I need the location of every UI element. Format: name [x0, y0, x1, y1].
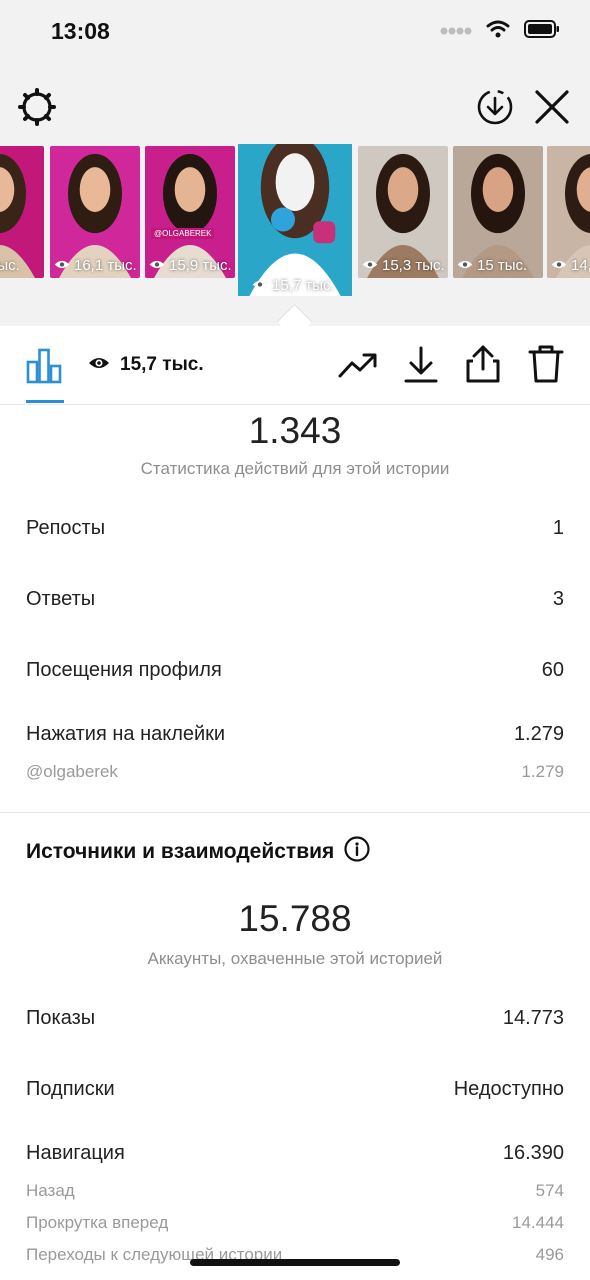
stat-label: Подписки: [26, 1078, 115, 1100]
battery-icon: [524, 20, 560, 43]
stat-subrow-forward: Прокрутка вперед 14.444: [26, 1213, 564, 1233]
views-count: 15,7 тыс.: [88, 354, 204, 376]
stat-sublabel: Назад: [26, 1181, 75, 1200]
reach-caption: Аккаунты, охваченные этой историей: [147, 949, 443, 968]
stat-sublabel: Прокрутка вперед: [26, 1213, 169, 1232]
status-icons: [440, 20, 560, 43]
story-thumbnail-views: 4 тыс.: [0, 257, 20, 274]
stat-label: Ответы: [26, 588, 96, 610]
stat-row-follows: Подписки Недоступно: [26, 1078, 564, 1101]
story-thumbnail-image: [238, 144, 352, 296]
settings-gear-icon[interactable]: [18, 88, 56, 126]
eye-icon: [362, 257, 378, 274]
story-thumbnail[interactable]: BEREK4 тыс.: [0, 146, 44, 278]
delete-trash-icon[interactable]: [528, 344, 564, 384]
stat-label: Репосты: [26, 517, 106, 539]
stat-value: Недоступно: [453, 1078, 564, 1100]
section-divider: [0, 812, 590, 813]
stat-subrow-back: Назад 574: [26, 1181, 564, 1201]
story-thumbnail-views-label: 16,1 тыс.: [74, 257, 137, 274]
stat-subvalue: 1.279: [521, 762, 564, 781]
status-time: 13:08: [51, 18, 110, 44]
story-thumbnail[interactable]: 14,: [547, 146, 590, 278]
signal-icon: [440, 23, 472, 41]
story-thumbnail-views-label: 15,7 тыс.: [272, 277, 335, 294]
actions-caption: Статистика действий для этой истории: [140, 459, 450, 478]
story-thumbnail-views: 15,9 тыс.: [149, 257, 232, 274]
close-icon[interactable]: [534, 89, 570, 125]
eye-icon: [88, 354, 110, 376]
story-thumbnail-selected[interactable]: 15,7 тыс.: [238, 144, 352, 296]
eye-icon: [54, 257, 70, 274]
stat-row-profile-visits: Посещения профиля 60: [26, 659, 564, 682]
stat-label: Показы: [26, 1007, 96, 1029]
stat-label: Навигация: [26, 1142, 125, 1164]
story-thumbnail-views-label: 15,9 тыс.: [169, 257, 232, 274]
story-thumbnail-views: 15,3 тыс.: [362, 257, 445, 274]
story-thumbnail[interactable]: 16,1 тыс.: [50, 146, 140, 278]
eye-icon: [252, 277, 268, 294]
stat-row-reposts: Репосты 1: [26, 517, 564, 540]
story-thumbnail-views: 15 тыс.: [457, 257, 527, 274]
insights-bar-chart-icon[interactable]: [26, 348, 62, 384]
status-bar: 13:08: [0, 0, 590, 70]
stat-value: 1.279: [513, 723, 564, 745]
story-thumbnail-views-label: 15 тыс.: [477, 257, 528, 274]
eye-icon: [551, 257, 567, 274]
stat-value: 60: [541, 659, 564, 681]
promote-trend-icon[interactable]: [338, 348, 378, 382]
story-thumbnail[interactable]: @OLGABEREK 15,9 тыс.: [145, 146, 235, 278]
save-download-circle-icon[interactable]: [476, 88, 514, 126]
discovery-section-header: Источники и взаимодействия: [26, 836, 370, 868]
download-icon[interactable]: [403, 346, 439, 384]
info-icon[interactable]: [344, 836, 370, 868]
stat-label: Посещения профиля: [26, 659, 222, 681]
views-count-label: 15,7 тыс.: [120, 354, 204, 375]
eye-icon: [149, 257, 165, 274]
wifi-icon: [486, 20, 510, 43]
story-thumbnail-views: 16,1 тыс.: [54, 257, 137, 274]
story-thumbnail[interactable]: 15,3 тыс.: [358, 146, 448, 278]
stat-sublabel[interactable]: @olgaberek: [26, 762, 118, 782]
eye-icon: [457, 257, 473, 274]
stat-subvalue: 496: [535, 1245, 564, 1264]
share-icon[interactable]: [465, 344, 501, 384]
story-thumbnail-views: 15,7 тыс.: [252, 277, 335, 294]
stat-value: 1: [552, 517, 564, 539]
story-header: [0, 70, 590, 144]
stat-row-sticker-taps: Нажатия на наклейки 1.279: [26, 723, 564, 746]
story-thumbnail-views: 14,: [551, 257, 590, 274]
stat-value: 3: [552, 588, 564, 610]
stat-label: Нажатия на наклейки: [26, 723, 226, 745]
stat-value: 14.773: [502, 1007, 564, 1029]
reach-total: 15.788: [238, 898, 352, 939]
story-thumbnail-tag: @OLGABEREK: [151, 228, 215, 239]
stat-value: 16.390: [502, 1142, 564, 1164]
stat-subvalue: 574: [535, 1181, 564, 1200]
home-indicator: [190, 1259, 400, 1266]
story-thumbnail-views-label: 14,: [571, 257, 590, 274]
stat-subvalue: 14.444: [512, 1213, 564, 1232]
story-thumbnail-strip[interactable]: BEREK4 тыс. 16,1 тыс. @OLGABEREK 15,9 тыс…: [0, 144, 590, 326]
story-thumbnail-views-label: 4 тыс.: [0, 257, 20, 274]
stat-row-impressions: Показы 14.773: [26, 1007, 564, 1030]
story-thumbnail[interactable]: 15 тыс.: [453, 146, 543, 278]
stat-subrow-sticker-mention: @olgaberek 1.279: [26, 762, 564, 782]
stat-row-replies: Ответы 3: [26, 588, 564, 611]
story-thumbnail-views-label: 15,3 тыс.: [382, 257, 445, 274]
active-tab-indicator: [26, 400, 64, 403]
actions-total: 1.343: [248, 410, 342, 451]
stat-row-navigation: Навигация 16.390: [26, 1142, 564, 1165]
section-title: Источники и взаимодействия: [26, 840, 335, 863]
